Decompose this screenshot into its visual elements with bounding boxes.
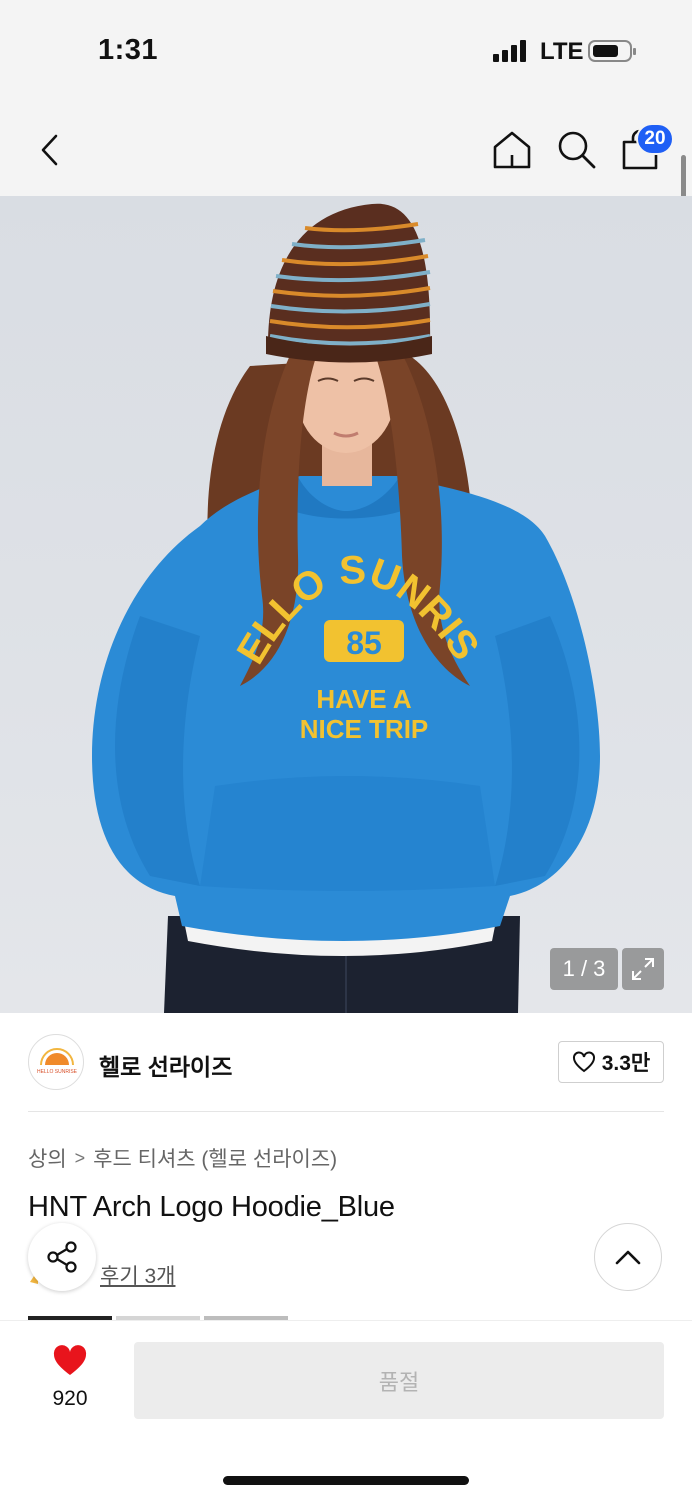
breadcrumb: 상의 > 후드 티셔츠 (헬로 선라이즈)	[28, 1143, 337, 1173]
print-number: 85	[346, 625, 382, 661]
brand-logo[interactable]: HELLO SUNRISE	[28, 1034, 84, 1090]
scroll-top-button[interactable]	[594, 1223, 662, 1291]
image-counter: 1 / 3	[550, 948, 618, 990]
product-photo: HELLO SUNRISE 85 HAVE A NICE TRIP	[0, 196, 600, 1013]
network-label: LTE	[540, 38, 584, 65]
print-line-2: NICE TRIP	[300, 714, 429, 744]
share-button[interactable]	[28, 1223, 96, 1291]
cart-count-badge: 20	[636, 123, 674, 155]
chevron-right-icon: >	[74, 1147, 86, 1168]
chevron-left-icon[interactable]	[30, 130, 70, 170]
brand-like-count: 3.3만	[601, 1052, 651, 1075]
wishlist-count: 920	[52, 1387, 88, 1410]
home-icon[interactable]	[490, 128, 534, 172]
wishlist-button[interactable]	[40, 1345, 100, 1382]
product-image[interactable]: HELLO SUNRISE 85 HAVE A NICE TRIP	[0, 196, 692, 1013]
share-icon	[47, 1241, 77, 1273]
brand-name[interactable]: 헬로 선라이즈	[99, 1048, 232, 1082]
print-line-1: HAVE A	[316, 684, 412, 714]
status-time: 1:31	[98, 34, 159, 66]
chevron-up-icon	[615, 1250, 641, 1265]
heart-filled-icon	[53, 1345, 87, 1375]
top-nav	[0, 100, 692, 196]
battery-icon	[588, 40, 636, 62]
home-indicator[interactable]	[223, 1476, 469, 1485]
brand-like-button[interactable]: 3.3만	[558, 1041, 664, 1083]
review-link[interactable]: 후기 3개	[100, 1260, 175, 1290]
signal-icon	[493, 40, 529, 62]
brand-logo-text: HELLO SUNRISE	[37, 1069, 78, 1075]
breadcrumb-category[interactable]: 상의	[28, 1143, 67, 1173]
sold-out-button[interactable]: 품절	[134, 1342, 664, 1419]
heart-outline-icon	[572, 1051, 595, 1073]
expand-icon[interactable]	[622, 948, 664, 990]
breadcrumb-subcategory[interactable]: 후드 티셔츠 (헬로 선라이즈)	[93, 1143, 337, 1173]
search-icon[interactable]	[555, 128, 597, 170]
status-bar: 1:31 LTE	[0, 0, 692, 100]
divider	[28, 1111, 664, 1112]
product-title: HNT Arch Logo Hoodie_Blue	[28, 1191, 395, 1223]
